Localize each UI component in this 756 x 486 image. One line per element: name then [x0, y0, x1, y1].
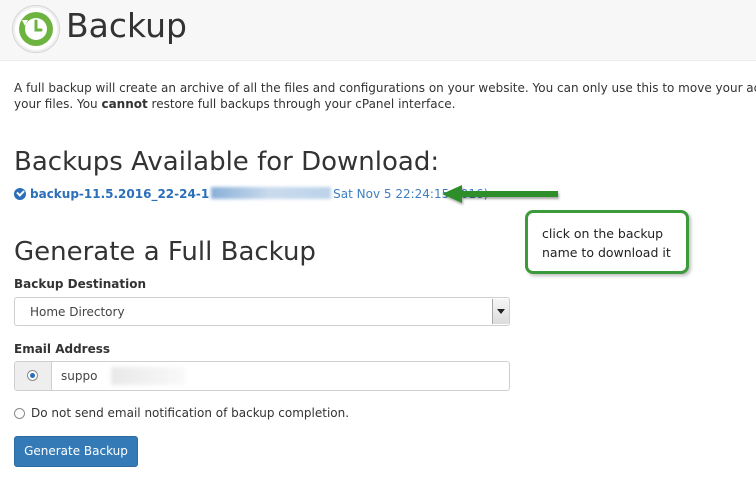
generate-backup-button[interactable]: Generate Backup [14, 436, 138, 467]
description-text-b: restore full backups through your cPanel… [147, 97, 456, 111]
destination-label: Backup Destination [14, 277, 147, 291]
backup-name: backup-11.5.2016_22-24-1 [30, 187, 210, 201]
description-emphasis: cannot [101, 97, 148, 111]
chevron-down-icon[interactable] [492, 299, 509, 324]
email-radio[interactable] [27, 370, 38, 381]
downloads-heading: Backups Available for Download: [14, 147, 440, 177]
page-header: Backup [0, 0, 756, 61]
generate-heading: Generate a Full Backup [14, 237, 316, 267]
backup-download-row: backup-11.5.2016_22-24-1 Sat Nov 5 22:24:… [14, 186, 488, 202]
description-line-2: your files. You cannot restore full back… [14, 96, 756, 112]
email-radio-addon [15, 362, 52, 390]
backup-destination-select[interactable]: Home Directory [14, 297, 510, 326]
backup-description: A full backup will create an archive of … [14, 80, 756, 112]
backup-download-link[interactable]: backup-11.5.2016_22-24-1 [30, 187, 333, 201]
no-email-label: Do not send email notification of backup… [31, 406, 350, 420]
no-email-option[interactable]: Do not send email notification of backup… [14, 406, 349, 420]
email-label: Email Address [14, 342, 111, 356]
instruction-callout: click on the backup name to download it [525, 210, 689, 274]
email-field[interactable]: suppo [61, 369, 97, 383]
redacted-backup-name [211, 187, 332, 199]
backup-clock-icon [12, 5, 60, 53]
no-email-radio[interactable] [14, 408, 25, 419]
backup-page: Backup A full backup will create an arch… [0, 0, 756, 486]
check-circle-icon [14, 188, 26, 200]
callout-line-2: name to download it [542, 245, 671, 260]
destination-selected-value: Home Directory [30, 305, 125, 319]
description-text-a: your files. You [14, 97, 102, 111]
green-arrow-icon [442, 185, 558, 203]
redacted-email [111, 367, 185, 385]
callout-line-1: click on the backup [542, 226, 664, 241]
email-input-group: suppo [14, 361, 510, 391]
description-line-1: A full backup will create an archive of … [14, 81, 756, 95]
page-title: Backup [66, 6, 187, 45]
